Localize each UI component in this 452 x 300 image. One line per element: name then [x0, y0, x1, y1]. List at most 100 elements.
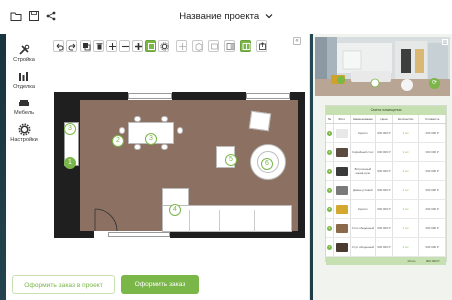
product-quantity[interactable]: 1 шт: [393, 162, 420, 180]
product-name: Встроенный шкаф-купе: [351, 162, 377, 180]
rotate-handle-icon[interactable]: ⟳: [429, 78, 440, 89]
estimate-header: № Фото Наименование Цена Количество Стои…: [326, 115, 446, 124]
tool-construction[interactable]: Стройка: [4, 44, 44, 63]
order-button[interactable]: Оформить заказ: [121, 275, 199, 294]
sofa-seat-divider: [254, 210, 255, 232]
plan-marker[interactable]: 3: [145, 133, 157, 145]
plan-marker[interactable]: 6: [261, 158, 273, 170]
plan-marker[interactable]: 5: [225, 154, 237, 166]
product-price: 000 000 Р: [376, 143, 393, 161]
table-row[interactable]: 5 Кресло 000 000 Р1 шт 000 000 Р: [326, 200, 446, 219]
view-3d-button[interactable]: [192, 40, 203, 52]
product-total: 000 000 Р: [419, 143, 446, 161]
row-number: 3: [326, 168, 332, 174]
armchair[interactable]: [248, 110, 272, 132]
collapse-button[interactable]: «: [293, 37, 301, 45]
layers-button[interactable]: [208, 40, 219, 52]
tool-settings[interactable]: Настройки: [4, 123, 44, 143]
plan-marker[interactable]: 1: [64, 157, 76, 169]
plan-marker[interactable]: 2: [112, 135, 124, 147]
product-name: Стул обеденный: [351, 238, 377, 256]
tool-finishing[interactable]: Отделка: [4, 71, 44, 90]
dining-chair[interactable]: [119, 127, 125, 134]
table-row[interactable]: 3 Встроенный шкаф-купе 000 000 Р1 шт 000 00…: [326, 162, 446, 181]
window-top-1: [128, 93, 172, 99]
dining-chair[interactable]: [161, 116, 168, 122]
add-button[interactable]: [106, 40, 117, 52]
wall-bottom-left: [54, 231, 94, 238]
paint-roller-icon: [19, 72, 28, 81]
order-in-project-button[interactable]: Оформить заказ в проект: [12, 275, 115, 294]
top-bar: Название проекта: [0, 0, 452, 34]
chevron-down-icon: [265, 14, 273, 19]
product-total: 000 000 Р: [419, 181, 446, 199]
undo-button[interactable]: [53, 40, 64, 52]
row-number: 4: [326, 187, 332, 193]
export-button[interactable]: [256, 40, 267, 52]
door: [94, 208, 118, 238]
delete-button[interactable]: [93, 40, 104, 52]
product-total: 000 000 Р: [419, 162, 446, 180]
split-view-button[interactable]: [240, 40, 251, 52]
wall-top-mid: [172, 92, 246, 100]
grid-button[interactable]: [145, 40, 156, 52]
tool-furniture[interactable]: Мебель: [4, 97, 44, 116]
estimate-table: Смета помещения № Фото Наименование Цена…: [325, 105, 447, 265]
product-total: 000 000 Р: [419, 124, 446, 142]
table-row[interactable]: 2 Кофейный стол 000 000 Р1 шт 000 000 Р: [326, 143, 446, 162]
dining-chair[interactable]: [134, 144, 141, 150]
layout-button[interactable]: [224, 40, 235, 52]
plan-marker[interactable]: 3: [64, 123, 76, 135]
fullscreen-icon[interactable]: [442, 39, 448, 45]
add-point-button[interactable]: [132, 40, 143, 52]
wall-right: [298, 92, 305, 238]
product-name: Кофейный стол: [351, 143, 377, 161]
estimate-total-row: Итого 000 000 Р: [326, 257, 446, 265]
dining-chair[interactable]: [161, 144, 168, 150]
tools-icon: [19, 44, 30, 55]
product-price: 000 000 Р: [376, 238, 393, 256]
product-quantity[interactable]: 1 шт: [393, 219, 420, 237]
wall-bottom-right: [170, 231, 305, 238]
corner-sofa-long[interactable]: [162, 205, 292, 232]
product-price: 000 000 Р: [376, 162, 393, 180]
dining-chair[interactable]: [177, 127, 183, 134]
row-number: 2: [326, 149, 332, 155]
product-name: Кресло: [351, 124, 377, 142]
product-quantity[interactable]: 1 шт: [393, 181, 420, 199]
table-row[interactable]: 7 Стул обеденный 000 000 Р4 шт 000 000 Р: [326, 238, 446, 257]
view-2d-button[interactable]: [176, 40, 187, 52]
plan-marker[interactable]: 4: [169, 204, 181, 216]
table-row[interactable]: 1 Кресло 000 000 Р1 шт 000 000 Р: [326, 124, 446, 143]
settings-button[interactable]: [158, 40, 169, 52]
product-total: 000 000 Р: [419, 200, 446, 218]
product-photo: [335, 223, 348, 233]
product-quantity[interactable]: 1 шт: [393, 124, 420, 142]
sofa-seat-divider: [189, 210, 190, 232]
row-number: 5: [326, 206, 332, 212]
product-name: Кресло: [351, 200, 377, 218]
row-number: 7: [326, 244, 332, 250]
remove-button[interactable]: [119, 40, 130, 52]
row-number: 6: [326, 225, 332, 231]
table-row[interactable]: 4 Диван угловой 000 000 Р1 шт 000 000 Р: [326, 181, 446, 200]
sofa-seat-divider: [219, 210, 220, 232]
floor-plan[interactable]: 3 1 2 3 4 5 6: [54, 92, 305, 238]
product-price: 000 000 Р: [376, 200, 393, 218]
sofa-icon: [19, 100, 29, 106]
project-title[interactable]: Название проекта: [0, 11, 452, 22]
dining-chair[interactable]: [134, 116, 141, 122]
product-photo: [335, 242, 348, 252]
product-photo: [335, 147, 348, 157]
estimate-title: Смета помещения: [326, 106, 446, 115]
product-quantity[interactable]: 4 шт: [393, 238, 420, 256]
redo-button[interactable]: [66, 40, 77, 52]
product-quantity[interactable]: 1 шт: [393, 200, 420, 218]
product-photo: [335, 185, 348, 195]
row-number: 1: [326, 130, 332, 136]
window-top-2: [246, 93, 290, 99]
table-row[interactable]: 6 Стол обеденный 000 000 Р1 шт 000 000 Р: [326, 219, 446, 238]
product-quantity[interactable]: 1 шт: [393, 143, 420, 161]
copy-button[interactable]: [80, 40, 91, 52]
product-photo: [335, 166, 348, 176]
